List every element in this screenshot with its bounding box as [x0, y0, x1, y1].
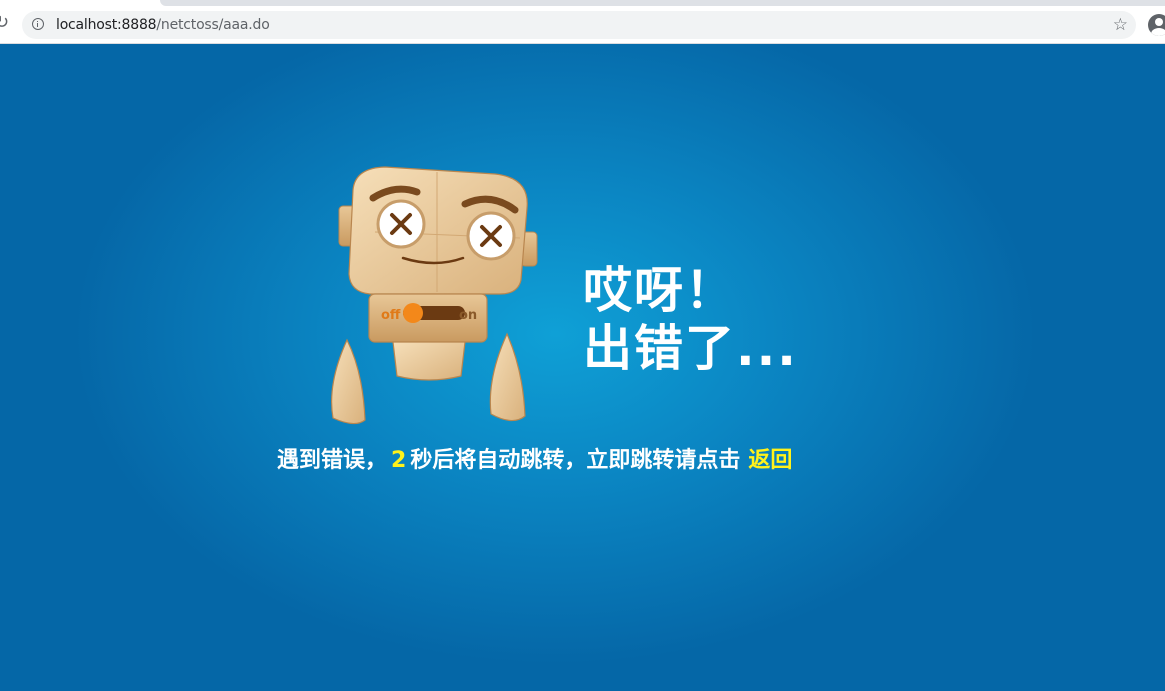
message-suffix: 秒后将自动跳转，立即跳转请点击 [410, 448, 741, 473]
info-icon[interactable] [32, 18, 44, 30]
redirect-message: 遇到错误， 2 秒后将自动跳转，立即跳转请点击 返回 [277, 446, 792, 476]
reload-icon[interactable]: ↻ [0, 12, 12, 34]
url-host: localhost:8888 [56, 17, 157, 33]
tab-strip [160, 0, 1165, 6]
error-headline-line1: 哎呀！ [583, 262, 737, 319]
error-headline-line2: 出错了... [583, 320, 798, 377]
error-headline: 哎呀！ 出错了... [583, 262, 798, 378]
switch-on-label: on [459, 308, 477, 323]
switch-off-label: off [381, 308, 401, 323]
robot-illustration: off on [331, 166, 538, 425]
browser-toolbar: ↻ localhost:8888/netctoss/aaa.do ☆ [0, 0, 1165, 44]
error-page: off on 哎呀！ 出错了... 遇到错误， 2 秒后将自动跳转，立即跳转请点击返… [0, 44, 1165, 691]
url-path: /netctoss/aaa.do [156, 17, 270, 33]
back-link[interactable]: 返回 [740, 448, 792, 473]
bookmark-star-icon[interactable]: ☆ [1113, 14, 1128, 36]
profile-avatar-icon[interactable] [1148, 14, 1165, 36]
url-text[interactable]: localhost:8888/netctoss/aaa.do [56, 16, 270, 34]
message-prefix: 遇到错误， [277, 448, 388, 473]
countdown-seconds: 2 [391, 448, 407, 473]
address-bar[interactable]: localhost:8888/netctoss/aaa.do ☆ [22, 11, 1136, 39]
